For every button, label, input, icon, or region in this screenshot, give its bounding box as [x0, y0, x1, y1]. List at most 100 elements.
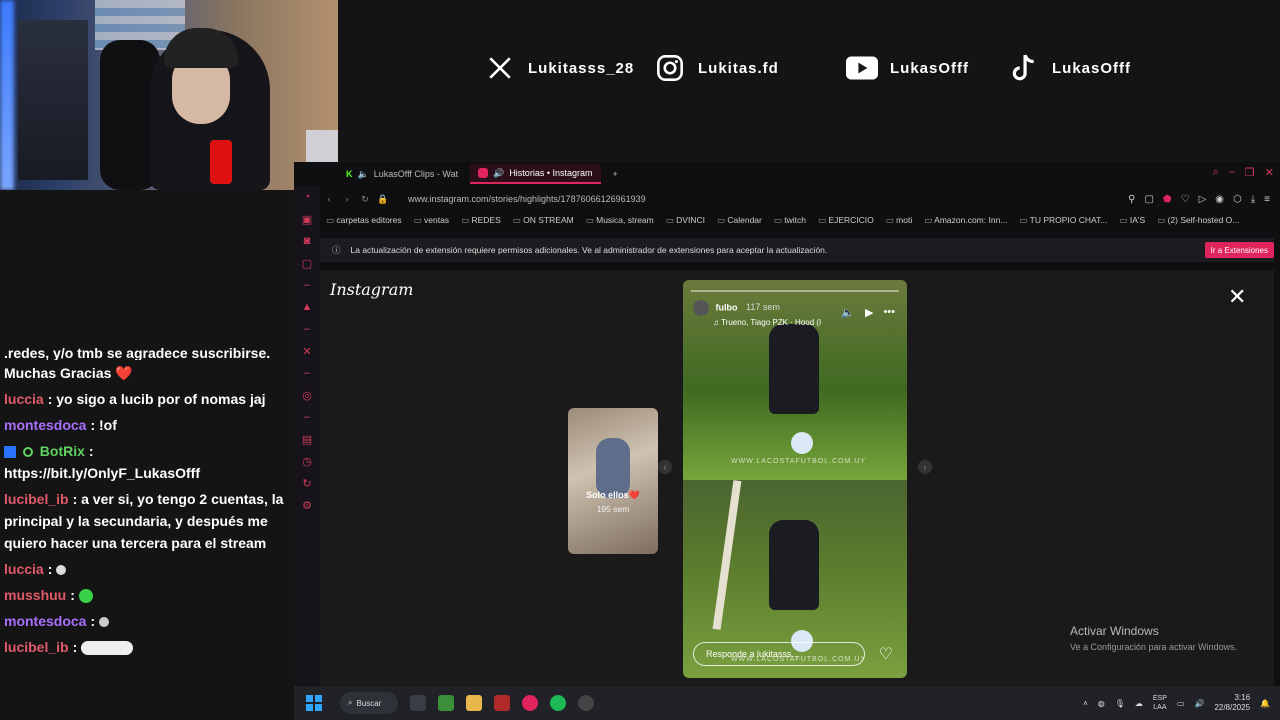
play-icon[interactable]: ▷: [1199, 194, 1207, 205]
preview-ago: 195 sem: [596, 504, 630, 514]
sidebar-triangle-icon[interactable]: ▲: [294, 296, 320, 318]
bookmark-item[interactable]: twitch: [774, 215, 806, 226]
more-options-icon[interactable]: •••: [883, 306, 895, 319]
monitor-icon[interactable]: ▭: [1177, 699, 1185, 708]
spotify-icon[interactable]: [550, 695, 566, 711]
mic-icon[interactable]: 🎙: [1115, 699, 1125, 708]
bookmark-item[interactable]: IA'S: [1119, 215, 1145, 226]
download-icon[interactable]: ⤓: [1251, 194, 1255, 205]
url-field[interactable]: www.instagram.com/stories/highlights/178…: [408, 194, 646, 204]
bookmark-item[interactable]: Musica, stream: [586, 215, 654, 226]
opera-gx-icon[interactable]: [522, 695, 538, 711]
sidebar-bag-icon[interactable]: ▣: [294, 208, 320, 230]
forward-icon[interactable]: ›: [338, 194, 356, 204]
tray-app-icon[interactable]: ◍: [1098, 699, 1105, 708]
volume-icon[interactable]: 🔊: [1194, 699, 1204, 708]
puzzle-icon[interactable]: ⬡: [1233, 194, 1242, 205]
wallet-icon[interactable]: ◉: [1215, 194, 1224, 205]
chat-username[interactable]: montesdoca: [4, 613, 86, 629]
obs-icon[interactable]: [578, 695, 594, 711]
chat-username[interactable]: luccia: [4, 391, 44, 407]
chevron-up-icon[interactable]: ˄: [1083, 699, 1088, 708]
webcam-feed: [0, 0, 338, 190]
bookmark-item[interactable]: (2) Self-hosted O...: [1157, 215, 1240, 226]
start-button-icon[interactable]: [306, 695, 322, 711]
like-heart-icon[interactable]: ♡: [879, 644, 893, 664]
active-story[interactable]: fulbo 117 sem ♫ Trueno, Tiago PZK · Hood…: [683, 280, 907, 678]
search-icon[interactable]: ⌕: [1213, 166, 1219, 179]
sidebar-media-icon[interactable]: ▤: [294, 428, 320, 450]
menu-icon[interactable]: ≡: [1264, 194, 1270, 205]
close-story-icon[interactable]: ✕: [1228, 284, 1246, 310]
previous-story-preview[interactable]: Solo ellos❤️ 195 sem: [568, 408, 658, 554]
sidebar-x-icon[interactable]: ✕: [294, 340, 320, 362]
play-icon[interactable]: ▶: [865, 306, 873, 319]
next-story-arrow-icon[interactable]: ›: [918, 460, 932, 474]
prev-story-arrow-icon[interactable]: ‹: [658, 460, 672, 474]
bookmark-item[interactable]: TU PROPIO CHAT...: [1019, 215, 1108, 226]
sidebar-gear-icon[interactable]: ⚙: [294, 494, 320, 516]
tab-instagram[interactable]: 🔊 Historias • Instagram: [470, 164, 601, 184]
notifications-icon[interactable]: 🔔: [1260, 699, 1270, 708]
sidebar-refresh-icon[interactable]: ↻: [294, 472, 320, 494]
sidebar-twitch-icon[interactable]: ◙: [294, 230, 320, 252]
reply-input[interactable]: Responde a lukitasss...: [693, 642, 865, 666]
sidebar-speed-icon[interactable]: ◔: [294, 186, 320, 208]
kick-icon: K: [346, 169, 353, 179]
shield-icon[interactable]: ⬟: [1163, 194, 1172, 205]
back-icon[interactable]: ‹: [320, 194, 338, 204]
player-figure: [769, 520, 819, 610]
bookmark-item[interactable]: carpetas editores: [326, 215, 401, 226]
instagram-logo[interactable]: Instagram: [330, 280, 413, 299]
speaker-icon: 🔊: [493, 167, 505, 178]
sidebar-clock-icon[interactable]: ◷: [294, 450, 320, 472]
clock[interactable]: 3:16 22/8/2025: [1214, 693, 1250, 713]
bookmark-item[interactable]: Calendar: [717, 215, 762, 226]
bookmark-item[interactable]: EJERCICIO: [818, 215, 873, 226]
reload-icon[interactable]: ↻: [356, 194, 374, 205]
sidebar-circle-icon[interactable]: ◎: [294, 384, 320, 406]
go-to-extensions-button[interactable]: Ir a Extensiones: [1204, 242, 1274, 258]
tab-kick-clips[interactable]: K 🔈 LukasOfff Clips - Wat: [338, 164, 466, 184]
bookmark-item[interactable]: moti: [886, 215, 912, 226]
stream-chat: .redes, y/o tmb se agradece suscribirse.…: [0, 190, 294, 686]
bookmark-item[interactable]: DVINCI: [666, 215, 705, 226]
story-username[interactable]: fulbo: [716, 302, 738, 312]
mute-icon[interactable]: 🔈: [841, 306, 855, 319]
close-icon[interactable]: ✕: [1265, 166, 1274, 179]
screenshot-icon[interactable]: ▢: [1144, 194, 1153, 205]
new-tab-button[interactable]: +: [605, 164, 626, 184]
bookmark-item[interactable]: ON STREAM: [513, 215, 574, 226]
bookmark-item[interactable]: REDES: [461, 215, 500, 226]
social-instagram: Lukitas.fd: [654, 52, 779, 84]
social-handle: Lukitas.fd: [698, 59, 779, 77]
chat-username[interactable]: BotRix: [40, 443, 85, 459]
heart-icon[interactable]: ♡: [1181, 194, 1190, 205]
bookmark-item[interactable]: Amazon.com: Inn...: [924, 215, 1007, 226]
maximize-icon[interactable]: ❐: [1245, 166, 1255, 179]
chat-text: : yo sigo a lucib por of nomas jaj: [47, 391, 266, 407]
bookmark-item[interactable]: ventas: [414, 215, 449, 226]
plus-icon: +: [612, 169, 618, 179]
language-indicator[interactable]: ESP LAA: [1153, 694, 1167, 712]
story-song[interactable]: ♫ Trueno, Tiago PZK · Hood (I: [713, 318, 897, 327]
pin-icon[interactable]: ⚲: [1128, 194, 1135, 205]
cloud-icon[interactable]: ☁: [1135, 699, 1143, 708]
social-tiktok: LukasOfff: [1008, 52, 1131, 84]
chat-username[interactable]: musshuu: [4, 587, 66, 603]
tab-label: LukasOfff Clips - Wat: [373, 169, 459, 179]
avatar[interactable]: [693, 300, 709, 316]
video-app-icon[interactable]: [494, 695, 510, 711]
chat-messages: .redes, y/o tmb se agradece suscribirse.…: [0, 340, 294, 660]
chat-username[interactable]: lucibel_ib: [4, 491, 69, 507]
task-view-icon[interactable]: [410, 695, 426, 711]
chat-username[interactable]: montesdoca: [4, 417, 86, 433]
minecraft-icon[interactable]: [438, 695, 454, 711]
chat-username[interactable]: lucibel_ib: [4, 639, 69, 655]
minimize-icon[interactable]: –: [1229, 166, 1235, 179]
chat-username[interactable]: luccia: [4, 561, 44, 577]
shelf: [18, 20, 88, 180]
file-explorer-icon[interactable]: [466, 695, 482, 711]
taskbar-search[interactable]: ⌕ Buscar: [340, 692, 398, 714]
sidebar-box-icon[interactable]: ▢: [294, 252, 320, 274]
